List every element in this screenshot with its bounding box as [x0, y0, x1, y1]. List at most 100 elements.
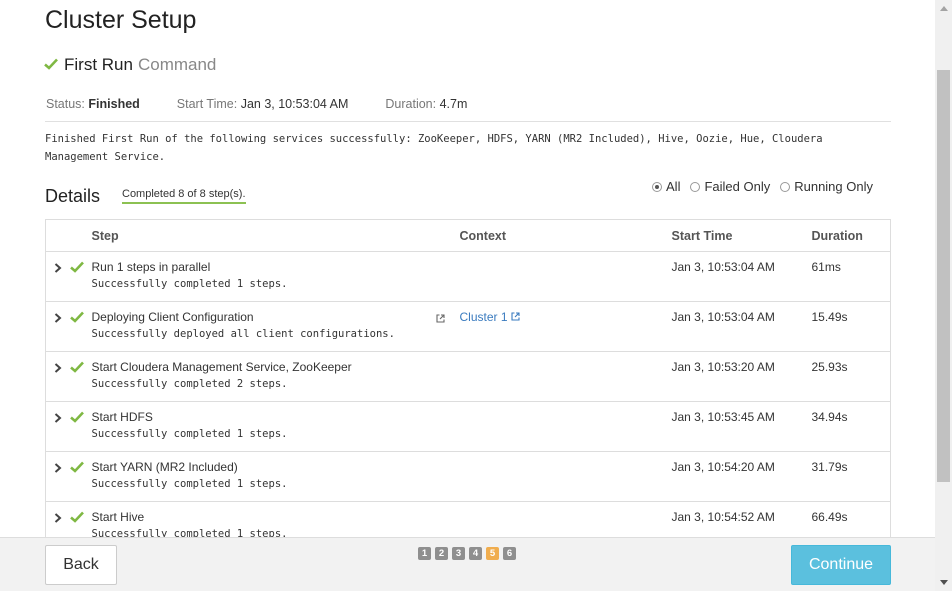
step-description: Successfully completed 1 steps.	[91, 428, 288, 440]
duration-value: 4.7m	[439, 97, 468, 111]
step-description: Successfully deployed all client configu…	[91, 328, 395, 340]
check-icon	[70, 411, 85, 426]
chevron-right-icon[interactable]	[54, 412, 64, 426]
wizard-step-4[interactable]: 4	[469, 547, 482, 560]
command-suffix: Command	[137, 55, 217, 74]
step-start-time: Jan 3, 10:54:52 AM	[671, 501, 812, 537]
step-start-time: Jan 3, 10:53:45 AM	[671, 401, 812, 452]
step-description: Successfully completed 1 steps.	[91, 278, 288, 290]
step-name: Start Cloudera Management Service, ZooKe…	[91, 360, 352, 374]
chevron-right-icon[interactable]	[54, 512, 64, 526]
main-content: Cluster Setup First Run Command Status: …	[0, 0, 935, 537]
step-duration: 15.49s	[811, 301, 891, 352]
step-description: Successfully completed 1 steps.	[91, 528, 288, 537]
scrollbar-thumb[interactable]	[937, 70, 950, 482]
header-icons	[45, 219, 92, 252]
scroll-up-arrow-icon[interactable]	[935, 0, 952, 17]
check-icon	[70, 261, 85, 276]
wizard-step-1[interactable]: 1	[418, 547, 431, 560]
radio-failed-only[interactable]	[690, 181, 701, 192]
step-name: Deploying Client Configuration	[91, 310, 254, 324]
filter-all[interactable]: All	[652, 179, 680, 194]
check-icon	[70, 461, 85, 476]
step-context	[459, 351, 672, 402]
filter-running-only-label: Running Only	[794, 179, 873, 194]
page-title: Cluster Setup	[45, 6, 197, 34]
duration-label: Duration:	[385, 97, 437, 111]
table-row: Deploying Client Configuration Successfu…	[45, 301, 891, 352]
vertical-scrollbar[interactable]	[935, 0, 952, 591]
start-time-label: Start Time:	[176, 97, 238, 111]
steps-table: Step Context Start Time Duration Run 1 s…	[45, 219, 891, 537]
start-time-value: Jan 3, 10:53:04 AM	[240, 97, 349, 111]
wizard-footer: Back 1 2 3 4 5 6 Continue	[0, 537, 935, 591]
context-link-label: Cluster 1	[459, 310, 508, 324]
command-status-line: Status: Finished Start Time: Jan 3, 10:5…	[46, 97, 467, 111]
table-row: Start Cloudera Management Service, ZooKe…	[45, 351, 891, 402]
header-context: Context	[459, 219, 672, 252]
step-duration: 31.79s	[811, 451, 891, 502]
step-context	[459, 501, 672, 537]
step-description: Successfully completed 2 steps.	[91, 378, 288, 390]
message-line: Management Service.	[45, 151, 166, 163]
radio-running-only[interactable]	[780, 181, 791, 192]
wizard-step-5-current[interactable]: 5	[486, 547, 499, 560]
step-filter-group: All Failed Only Running Only	[642, 179, 873, 194]
filter-running-only[interactable]: Running Only	[780, 179, 873, 194]
step-start-time: Jan 3, 10:53:20 AM	[671, 351, 812, 402]
command-result-message: Finished First Run of the following serv…	[45, 130, 891, 166]
command-name: First Run	[64, 55, 133, 74]
status-value: Finished	[88, 97, 140, 111]
check-icon	[70, 511, 85, 526]
divider	[45, 121, 891, 122]
external-link-icon[interactable]	[435, 312, 445, 326]
step-description: Successfully completed 1 steps.	[91, 478, 288, 490]
steps-progress-label: Completed 8 of 8 step(s).	[122, 188, 246, 204]
table-row: Start Hive Successfully completed 1 step…	[45, 501, 891, 537]
back-button[interactable]: Back	[45, 545, 117, 585]
command-title: First Run Command	[44, 55, 216, 75]
filter-failed-only-label: Failed Only	[704, 179, 771, 194]
scroll-down-arrow-icon[interactable]	[935, 574, 952, 591]
table-row: Start HDFS Successfully completed 1 step…	[45, 401, 891, 452]
step-duration: 66.49s	[811, 501, 891, 537]
radio-all[interactable]	[652, 181, 663, 192]
message-line: Finished First Run of the following serv…	[45, 133, 823, 145]
step-context	[459, 401, 672, 452]
table-row: Start YARN (MR2 Included) Successfully c…	[45, 451, 891, 502]
wizard-step-pager: 1 2 3 4 5 6	[418, 547, 520, 560]
chevron-right-icon[interactable]	[54, 312, 64, 326]
step-start-time: Jan 3, 10:53:04 AM	[671, 301, 812, 352]
filter-failed-only[interactable]: Failed Only	[690, 179, 770, 194]
wizard-step-6[interactable]: 6	[503, 547, 516, 560]
wizard-step-2[interactable]: 2	[435, 547, 448, 560]
check-icon	[44, 55, 58, 75]
step-start-time: Jan 3, 10:54:20 AM	[671, 451, 812, 502]
step-context	[459, 451, 672, 502]
table-row: Run 1 steps in parallel Successfully com…	[45, 251, 891, 302]
step-start-time: Jan 3, 10:53:04 AM	[671, 251, 812, 302]
check-icon	[70, 311, 85, 326]
header-step: Step	[91, 219, 460, 252]
wizard-step-3[interactable]: 3	[452, 547, 465, 560]
chevron-right-icon[interactable]	[54, 462, 64, 476]
table-header-row: Step Context Start Time Duration	[45, 219, 891, 252]
header-start-time: Start Time	[671, 219, 812, 252]
continue-button[interactable]: Continue	[791, 545, 891, 585]
filter-all-label: All	[666, 179, 681, 194]
status-label: Status:	[46, 97, 85, 111]
step-name: Start Hive	[91, 510, 145, 524]
external-link-icon	[511, 310, 520, 324]
chevron-right-icon[interactable]	[54, 262, 64, 276]
step-duration: 34.94s	[811, 401, 891, 452]
step-name: Start HDFS	[91, 410, 153, 424]
context-link-cluster[interactable]: Cluster 1	[460, 310, 520, 324]
chevron-right-icon[interactable]	[54, 362, 64, 376]
step-name: Start YARN (MR2 Included)	[91, 460, 238, 474]
check-icon	[70, 361, 85, 376]
details-heading: Details	[45, 186, 101, 206]
header-duration: Duration	[811, 219, 891, 252]
step-name: Run 1 steps in parallel	[91, 260, 211, 274]
step-duration: 25.93s	[811, 351, 891, 402]
step-duration: 61ms	[811, 251, 891, 302]
